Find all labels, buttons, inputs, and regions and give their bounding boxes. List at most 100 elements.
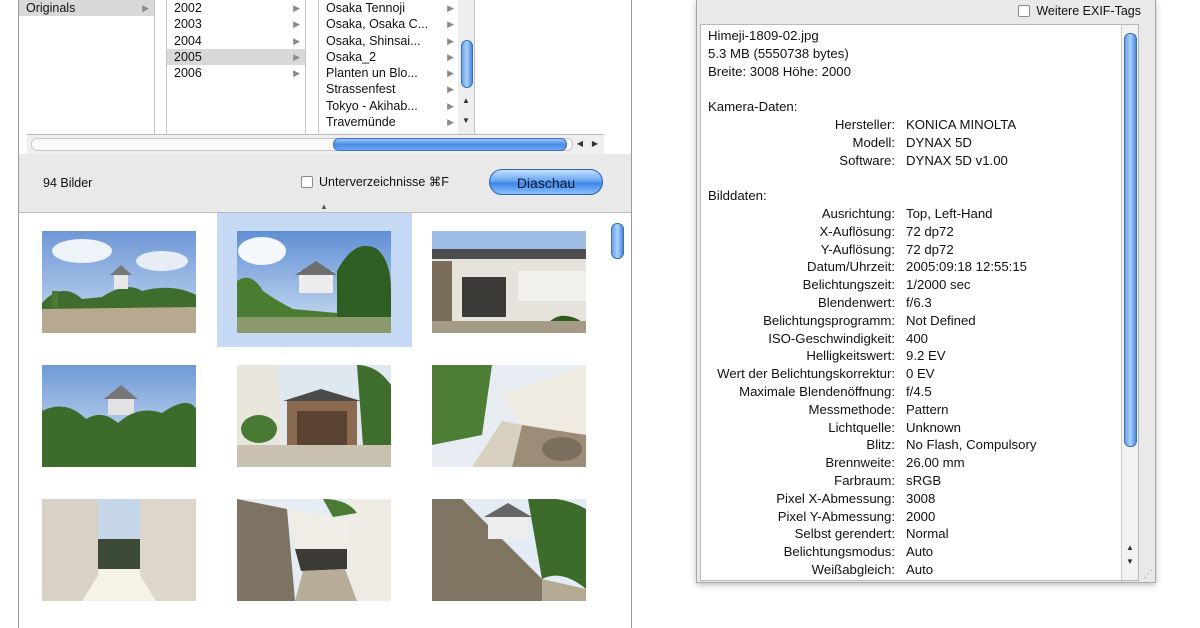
scroll-up-icon[interactable]: ▲ bbox=[458, 94, 474, 108]
scroll-right-icon[interactable]: ▶ bbox=[588, 138, 602, 150]
exif-value: No Flash, Compulsory bbox=[906, 437, 1037, 453]
folder-item-label: 2006 bbox=[174, 66, 202, 81]
resize-grip-icon[interactable]: ⋰ bbox=[1143, 569, 1153, 580]
folder-item[interactable]: Strassenfest ▶ bbox=[319, 81, 459, 97]
folder-item-2005[interactable]: 2005 ▶ bbox=[167, 48, 305, 66]
exif-value: KONICA MINOLTA bbox=[906, 117, 1017, 132]
thumbnail-stone-gate[interactable] bbox=[237, 365, 391, 467]
exif-key: Pixel Y-Abmessung: bbox=[777, 508, 895, 524]
thumbnail-stone-wall-castle[interactable] bbox=[432, 499, 586, 601]
folder-item[interactable]: Planten un Blo... ▶ bbox=[319, 65, 459, 81]
more-exif-tags-checkbox[interactable]: Weitere EXIF-Tags bbox=[1018, 4, 1141, 18]
scroll-left-icon[interactable]: ◀ bbox=[573, 138, 587, 150]
image-count: 94 Bilder bbox=[43, 176, 93, 190]
exif-value: Auto bbox=[906, 544, 934, 560]
chevron-right-icon: ▶ bbox=[447, 84, 454, 95]
scrollbar-thumb[interactable] bbox=[1124, 33, 1137, 447]
scrollbar-thumb[interactable] bbox=[611, 223, 624, 259]
exif-key: Belichtungsmodus: bbox=[783, 544, 895, 560]
folder-item-label: 2003 bbox=[174, 17, 202, 32]
exif-key: Selbst gerendert: bbox=[794, 526, 895, 542]
chevron-right-icon: ▶ bbox=[293, 35, 300, 46]
browser-toolbar: 94 Bilder Unterverzeichnisse ⌘F Diaschau… bbox=[19, 154, 631, 213]
exif-value: Not Defined bbox=[906, 312, 976, 328]
folder-item-label: 2002 bbox=[174, 1, 202, 15]
chevron-right-icon: ▶ bbox=[447, 3, 454, 13]
thumbnail-castle-trees-2[interactable] bbox=[42, 365, 196, 467]
chevron-right-icon: ▶ bbox=[142, 3, 149, 13]
exif-value: Top, Left-Hand bbox=[906, 206, 993, 221]
exif-key: Lichtquelle: bbox=[828, 419, 895, 435]
exif-key: Modell: bbox=[852, 134, 895, 150]
exif-key: Y-Auflösung: bbox=[820, 241, 895, 257]
exif-key: ISO-Geschwindigkeit: bbox=[768, 330, 895, 346]
thumbnail-castle-trees[interactable] bbox=[237, 231, 391, 333]
exif-value: 72 dp72 bbox=[906, 223, 954, 239]
thumbnail-gate[interactable] bbox=[432, 231, 586, 333]
file-name: Himeji-1809-02.jpg bbox=[708, 28, 819, 43]
folder-item-2002[interactable]: 2002 ▶ bbox=[167, 0, 305, 16]
folder-item-2003[interactable]: 2003 ▶ bbox=[167, 16, 305, 32]
folder-column-1[interactable]: Originals ▶ bbox=[19, 0, 155, 134]
slideshow-button[interactable]: Diaschau bbox=[489, 169, 603, 195]
exif-value: 0 EV bbox=[906, 366, 935, 382]
checkbox-icon[interactable] bbox=[301, 175, 313, 188]
chevron-right-icon: ▶ bbox=[293, 68, 300, 79]
folder-item-2006[interactable]: 2006 ▶ bbox=[167, 65, 305, 81]
folder-item[interactable]: Osaka Tennoji ▶ bbox=[319, 0, 459, 16]
scrollbar-thumb[interactable] bbox=[461, 40, 473, 88]
folder-item[interactable]: Osaka, Osaka C... ▶ bbox=[319, 16, 459, 32]
folder-column-2[interactable]: 2002 ▶ 2003 ▶ 2004 ▶ 2005 ▶ 2006 ▶ bbox=[166, 0, 306, 134]
exif-value: 3008 bbox=[906, 490, 936, 506]
exif-value: DYNAX 5D bbox=[906, 134, 972, 150]
exif-value: f/4.5 bbox=[906, 384, 932, 399]
exif-key: Ausrichtung: bbox=[821, 206, 895, 221]
info-scrollbar[interactable]: ▲ ▼ bbox=[1121, 25, 1138, 580]
exif-value: Unknown bbox=[906, 419, 961, 435]
chevron-right-icon: ▶ bbox=[293, 3, 300, 13]
image-data-heading: Bilddaten: bbox=[708, 188, 767, 204]
folder-item[interactable]: Travemünde ▶ bbox=[319, 114, 459, 130]
exif-value: DYNAX 5D v1.00 bbox=[906, 152, 1008, 168]
scroll-up-icon[interactable]: ▲ bbox=[1122, 541, 1138, 555]
exif-key: Maximale Blendenöffnung: bbox=[739, 384, 895, 399]
subdirectories-checkbox[interactable]: Unterverzeichnisse ⌘F bbox=[301, 174, 449, 189]
thumbnail-stone-wall-path[interactable] bbox=[237, 499, 391, 601]
thumbnail-scrollbar[interactable] bbox=[609, 219, 625, 614]
folder-item[interactable]: Osaka_2 ▶ bbox=[319, 49, 459, 65]
file-detail: Breite: 3008 Höhe: 2000 bbox=[708, 63, 851, 79]
exif-value: Normal bbox=[906, 526, 949, 542]
horizontal-scrollbar[interactable]: ◀ ▶ bbox=[27, 134, 604, 155]
thumbnail-wall-path[interactable] bbox=[432, 365, 586, 467]
exif-value: 72 dp72 bbox=[906, 241, 954, 257]
splitter-handle-icon[interactable]: ▲ bbox=[320, 202, 328, 211]
scroll-down-icon[interactable]: ▼ bbox=[458, 114, 474, 128]
column-scrollbar[interactable]: ▲ ▼ bbox=[458, 0, 475, 134]
more-exif-tags-label: Weitere EXIF-Tags bbox=[1036, 4, 1141, 18]
folder-item[interactable]: Osaka, Shinsai... ▶ bbox=[319, 33, 459, 49]
folder-item-2004[interactable]: 2004 ▶ bbox=[167, 33, 305, 49]
exif-value: sRGB bbox=[906, 473, 942, 488]
chevron-right-icon: ▶ bbox=[447, 117, 454, 128]
folder-item-label: Tokyo - Akihab... bbox=[326, 98, 418, 113]
exif-key: X-Auflösung: bbox=[819, 223, 895, 239]
camera-data-heading: Kamera-Daten: bbox=[708, 99, 798, 115]
folder-item-label: Osaka, Osaka C... bbox=[326, 17, 429, 32]
exif-key: Wert der Belichtungskorrektur: bbox=[717, 366, 895, 382]
exif-info-panel: Himeji-1809-02.jpg 5.3 MB (5550738 bytes)… bbox=[700, 24, 1139, 581]
image-browser-window: Originals ▶ 2002 ▶ 2003 ▶ 2004 ▶ 2005 ▶ 2006… bbox=[18, 0, 632, 628]
thumbnail-castle-far[interactable] bbox=[42, 231, 196, 333]
scroll-down-icon[interactable]: ▼ bbox=[1122, 555, 1138, 569]
folder-column-3[interactable]: Osaka Tennoji ▶ Osaka, Osaka C... ▶ Osaka,… bbox=[318, 0, 460, 134]
chevron-right-icon: ▶ bbox=[293, 51, 300, 62]
thumbnail-corridor[interactable] bbox=[42, 499, 196, 601]
scrollbar-thumb[interactable] bbox=[333, 138, 567, 151]
exif-key: Farbraum: bbox=[834, 473, 895, 488]
folder-item[interactable]: Tokyo - Akihab... ▶ bbox=[319, 98, 459, 114]
image-info-window: Weitere EXIF-Tags Himeji-1809-02.jpg 5.3 … bbox=[696, 0, 1156, 583]
checkbox-icon[interactable] bbox=[1018, 5, 1031, 17]
folder-item-label: 2005 bbox=[174, 49, 202, 64]
exif-key: Software: bbox=[839, 152, 895, 168]
folder-item-originals[interactable]: Originals ▶ bbox=[19, 0, 154, 17]
chevron-right-icon: ▶ bbox=[447, 35, 454, 46]
